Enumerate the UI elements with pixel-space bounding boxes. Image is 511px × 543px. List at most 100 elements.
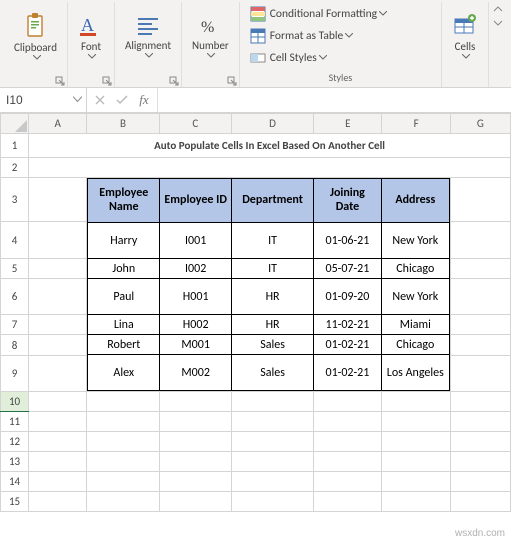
- scroll-up-icon[interactable]: [493, 4, 503, 14]
- row-header[interactable]: 9: [1, 355, 29, 391]
- col-header[interactable]: C: [159, 114, 231, 134]
- cell[interactable]: [29, 452, 87, 472]
- dialog-launcher-icon[interactable]: [55, 76, 65, 86]
- scroll-down-icon[interactable]: [493, 18, 503, 28]
- cell[interactable]: [450, 472, 510, 492]
- cell[interactable]: [382, 492, 450, 512]
- col-header[interactable]: A: [29, 114, 87, 134]
- dialog-launcher-icon[interactable]: [102, 76, 112, 86]
- cell[interactable]: [231, 412, 313, 432]
- row-header[interactable]: 15: [1, 492, 29, 512]
- cancel-formula-button[interactable]: [91, 91, 109, 109]
- cell[interactable]: [450, 178, 510, 222]
- enter-formula-button[interactable]: [113, 91, 131, 109]
- table-header[interactable]: Joining Date: [314, 179, 382, 223]
- table-cell[interactable]: Alex: [88, 355, 160, 391]
- cell[interactable]: [450, 278, 510, 314]
- row-header[interactable]: 2: [1, 158, 29, 178]
- cell[interactable]: [159, 452, 231, 472]
- cell[interactable]: [314, 472, 382, 492]
- select-all-corner[interactable]: [1, 114, 29, 134]
- cell[interactable]: [450, 392, 510, 412]
- table-cell[interactable]: New York: [381, 223, 449, 259]
- table-cell[interactable]: M001: [160, 335, 232, 355]
- name-box[interactable]: [0, 93, 72, 107]
- cell[interactable]: [450, 258, 510, 278]
- row-header[interactable]: 5: [1, 258, 29, 278]
- cell[interactable]: [159, 492, 231, 512]
- table-cell[interactable]: IT: [232, 259, 314, 279]
- row-header[interactable]: 10: [1, 392, 29, 412]
- table-header[interactable]: Employee Name: [88, 179, 160, 223]
- table-cell[interactable]: Robert: [88, 335, 160, 355]
- table-cell[interactable]: Sales: [232, 355, 314, 391]
- table-cell[interactable]: Los Angeles: [381, 355, 449, 391]
- formula-input[interactable]: [158, 88, 511, 112]
- cell[interactable]: [450, 412, 510, 432]
- col-header[interactable]: D: [231, 114, 313, 134]
- cell[interactable]: [159, 472, 231, 492]
- table-header[interactable]: Employee ID: [160, 179, 232, 223]
- cell[interactable]: [314, 432, 382, 452]
- table-cell[interactable]: H001: [160, 279, 232, 315]
- cell[interactable]: [29, 472, 87, 492]
- col-header[interactable]: B: [87, 114, 159, 134]
- cell[interactable]: [382, 452, 450, 472]
- table-cell[interactable]: John: [88, 259, 160, 279]
- cell[interactable]: [231, 392, 313, 412]
- cell[interactable]: [382, 432, 450, 452]
- cell[interactable]: [382, 412, 450, 432]
- table-cell[interactable]: HR: [232, 315, 314, 335]
- col-header[interactable]: G: [450, 114, 510, 134]
- table-cell[interactable]: Sales: [232, 335, 314, 355]
- table-cell[interactable]: HR: [232, 279, 314, 315]
- row-header[interactable]: 12: [1, 432, 29, 452]
- cell[interactable]: [159, 412, 231, 432]
- col-header[interactable]: F: [382, 114, 450, 134]
- cell[interactable]: [29, 178, 87, 222]
- table-header[interactable]: Address: [381, 179, 449, 223]
- cell[interactable]: [450, 452, 510, 472]
- cell[interactable]: [29, 492, 87, 512]
- row-header[interactable]: 13: [1, 452, 29, 472]
- table-cell[interactable]: Lina: [88, 315, 160, 335]
- number-button[interactable]: % Number: [188, 4, 233, 71]
- table-cell[interactable]: Chicago: [381, 335, 449, 355]
- cell[interactable]: [29, 335, 87, 355]
- cell[interactable]: [382, 392, 450, 412]
- cell[interactable]: [87, 412, 159, 432]
- row-header[interactable]: 3: [1, 178, 29, 222]
- table-header[interactable]: Department: [232, 179, 314, 223]
- cell[interactable]: [29, 412, 87, 432]
- font-button[interactable]: A Font: [74, 4, 108, 71]
- cell[interactable]: [87, 472, 159, 492]
- cell[interactable]: [159, 432, 231, 452]
- cell[interactable]: [314, 492, 382, 512]
- cell[interactable]: [450, 492, 510, 512]
- cell[interactable]: [314, 452, 382, 472]
- table-cell[interactable]: 01-09-20: [314, 279, 382, 315]
- table-cell[interactable]: H002: [160, 315, 232, 335]
- table-cell[interactable]: 01-02-21: [314, 335, 382, 355]
- row-header[interactable]: 4: [1, 222, 29, 258]
- row-header[interactable]: 14: [1, 472, 29, 492]
- cell[interactable]: [231, 452, 313, 472]
- dialog-launcher-icon[interactable]: [227, 76, 237, 86]
- row-header[interactable]: 8: [1, 335, 29, 355]
- table-cell[interactable]: 01-02-21: [314, 355, 382, 391]
- row-header[interactable]: 1: [1, 134, 29, 158]
- row-header[interactable]: 7: [1, 315, 29, 335]
- table-cell[interactable]: Chicago: [381, 259, 449, 279]
- table-cell[interactable]: Harry: [88, 223, 160, 259]
- cell[interactable]: [87, 392, 159, 412]
- table-cell[interactable]: I001: [160, 223, 232, 259]
- table-cell[interactable]: 05-07-21: [314, 259, 382, 279]
- cell[interactable]: [29, 222, 87, 258]
- insert-function-button[interactable]: fx: [135, 91, 153, 109]
- chevron-down-icon[interactable]: [73, 97, 82, 104]
- sheet-title[interactable]: Auto Populate Cells In Excel Based On An…: [29, 134, 511, 158]
- table-cell[interactable]: 01-06-21: [314, 223, 382, 259]
- cell[interactable]: [314, 392, 382, 412]
- cell[interactable]: [29, 392, 87, 412]
- table-cell[interactable]: I002: [160, 259, 232, 279]
